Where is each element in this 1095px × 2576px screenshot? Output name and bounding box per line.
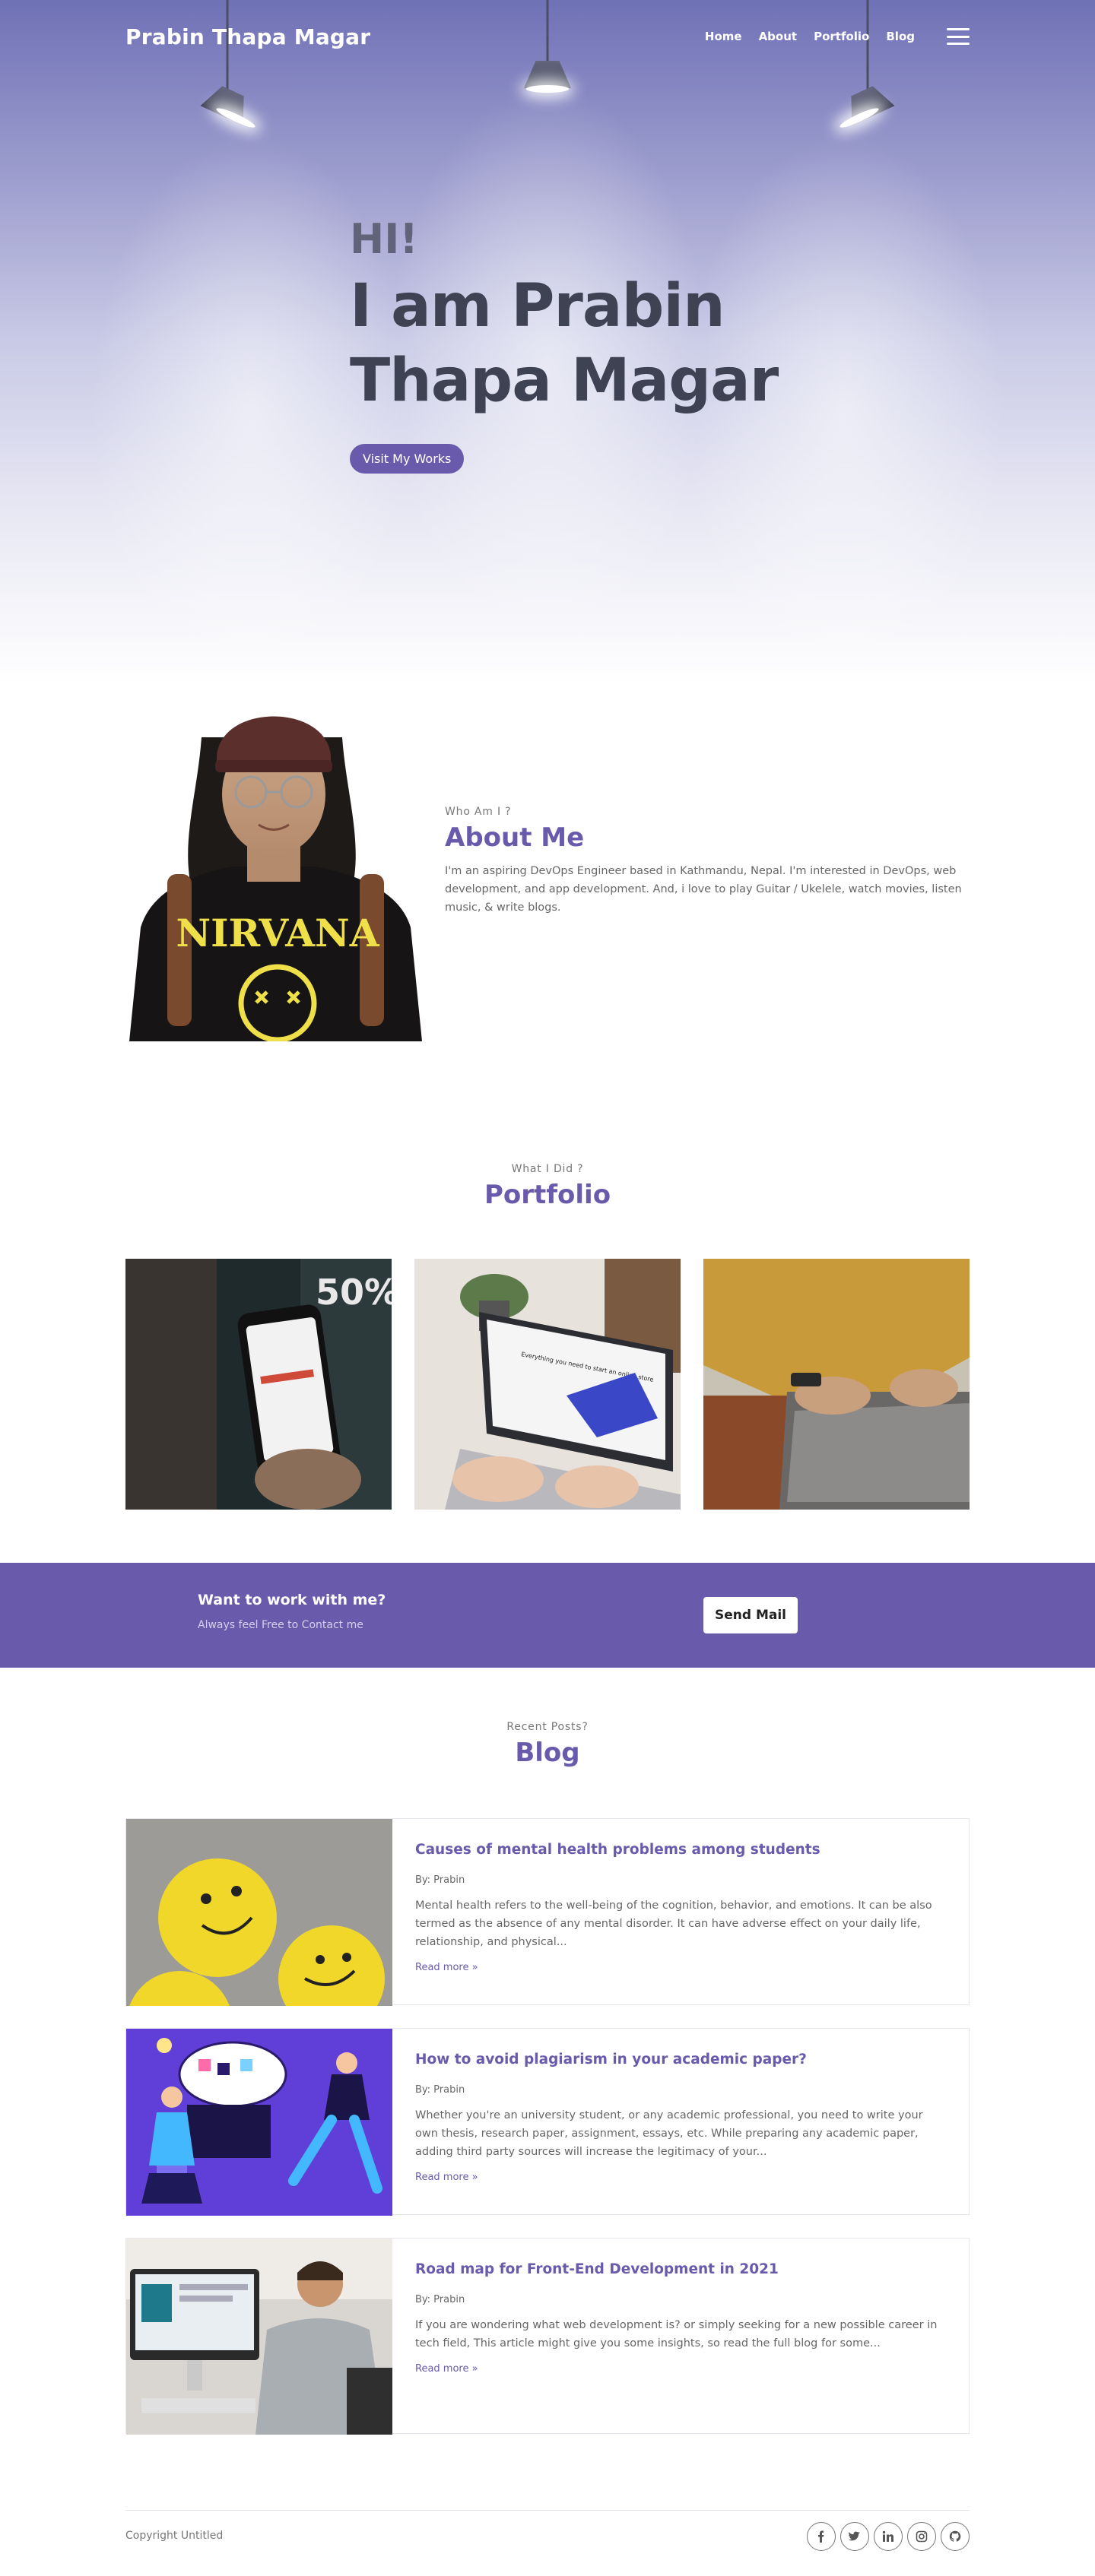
- store-sale-sign: 50%: [316, 1272, 392, 1313]
- post-author: By: Prabin: [415, 2084, 465, 2096]
- post-body: How to avoid plagiarism in your academic…: [392, 2029, 969, 2214]
- hero-headline-line2: Thapa Magar: [350, 347, 779, 416]
- blog-section: Recent Posts? Blog Causes of mental heal…: [0, 1668, 1095, 2435]
- nav-blog[interactable]: Blog: [886, 30, 915, 43]
- about-title: About Me: [445, 822, 585, 853]
- navbar: Prabin Thapa Magar Home About Portfolio …: [0, 0, 1095, 73]
- hero-headline-line1: I am Prabin: [350, 272, 725, 341]
- post-body: Road map for Front-End Development in 20…: [392, 2239, 969, 2433]
- twitter-icon[interactable]: [840, 2522, 869, 2551]
- hero-greeting: HI!: [350, 215, 418, 263]
- portfolio-section: What I Did ? Portfolio 50% Everything yo…: [0, 1041, 1095, 1510]
- portfolio-item[interactable]: Everything you need to start an online s…: [414, 1259, 681, 1510]
- nav-about[interactable]: About: [759, 30, 798, 43]
- blog-list: Causes of mental health problems among s…: [0, 1818, 1095, 2435]
- read-more-link[interactable]: Read more »: [415, 2172, 478, 2183]
- post-author: By: Prabin: [415, 2294, 465, 2305]
- send-mail-button[interactable]: Send Mail: [703, 1597, 798, 1633]
- nav-home[interactable]: Home: [705, 30, 742, 43]
- post-body: Causes of mental health problems among s…: [392, 1819, 969, 2004]
- shirt-text: NIRVANA: [176, 911, 379, 955]
- post-excerpt: Mental health refers to the well-being o…: [415, 1900, 932, 1948]
- profile-photo: NIRVANA: [129, 716, 422, 1041]
- portfolio-item[interactable]: 50%: [125, 1259, 392, 1510]
- read-more-link[interactable]: Read more »: [415, 2363, 478, 2375]
- blog-eyebrow: Recent Posts?: [506, 1721, 589, 1733]
- visit-works-button[interactable]: Visit My Works: [350, 444, 465, 474]
- post-thumbnail[interactable]: [126, 2029, 392, 2216]
- facebook-icon[interactable]: [807, 2522, 836, 2551]
- blog-post: How to avoid plagiarism in your academic…: [125, 2028, 970, 2216]
- hero-headline: I am Prabin Thapa Magar: [350, 269, 779, 418]
- brand-logo[interactable]: Prabin Thapa Magar: [125, 24, 370, 49]
- about-section: NIRVANA Who Am I ? About Me I'm an aspir…: [0, 684, 1095, 1041]
- nav-portfolio[interactable]: Portfolio: [814, 30, 869, 43]
- hamburger-icon[interactable]: [947, 28, 970, 45]
- hero-section: Prabin Thapa Magar Home About Portfolio …: [0, 0, 1095, 684]
- footer: Copyright Untitled: [125, 2510, 970, 2571]
- copyright-text: Copyright Untitled: [125, 2530, 224, 2542]
- blog-title: Blog: [515, 1738, 580, 1768]
- read-more-link[interactable]: Read more »: [415, 1962, 478, 1973]
- contact-banner: Want to work with me? Always feel Free t…: [0, 1563, 1095, 1668]
- post-excerpt: If you are wondering what web developmen…: [415, 2319, 938, 2349]
- post-thumbnail[interactable]: [126, 2239, 392, 2435]
- social-links: [807, 2522, 970, 2551]
- linkedin-icon[interactable]: [874, 2522, 903, 2551]
- contact-subtitle: Always feel Free to Contact me: [198, 1619, 363, 1631]
- nav-links: Home About Portfolio Blog: [705, 28, 970, 45]
- about-text: Who Am I ? About Me I'm an aspiring DevO…: [445, 806, 970, 917]
- portfolio-eyebrow: What I Did ?: [511, 1163, 584, 1175]
- portfolio-title: Portfolio: [484, 1180, 611, 1210]
- post-author: By: Prabin: [415, 1874, 465, 1886]
- about-eyebrow: Who Am I ?: [445, 806, 512, 818]
- post-title[interactable]: Road map for Front-End Development in 20…: [415, 2261, 779, 2277]
- blog-post: Causes of mental health problems among s…: [125, 1818, 970, 2006]
- about-body: I'm an aspiring DevOps Engineer based in…: [445, 865, 962, 914]
- post-excerpt: Whether you're an university student, or…: [415, 2109, 923, 2158]
- portfolio-grid: 50% Everything you need to start an onli…: [0, 1259, 1095, 1510]
- blog-post: Road map for Front-End Development in 20…: [125, 2238, 970, 2435]
- hero-text: HI! I am Prabin Thapa Magar Visit My Wor…: [350, 215, 779, 474]
- post-title[interactable]: Causes of mental health problems among s…: [415, 1842, 820, 1858]
- post-thumbnail[interactable]: [126, 1819, 392, 2006]
- post-title[interactable]: How to avoid plagiarism in your academic…: [415, 2052, 807, 2067]
- portfolio-item[interactable]: [703, 1259, 970, 1510]
- contact-title: Want to work with me?: [198, 1592, 386, 1608]
- instagram-icon[interactable]: [907, 2522, 936, 2551]
- github-icon[interactable]: [941, 2522, 970, 2551]
